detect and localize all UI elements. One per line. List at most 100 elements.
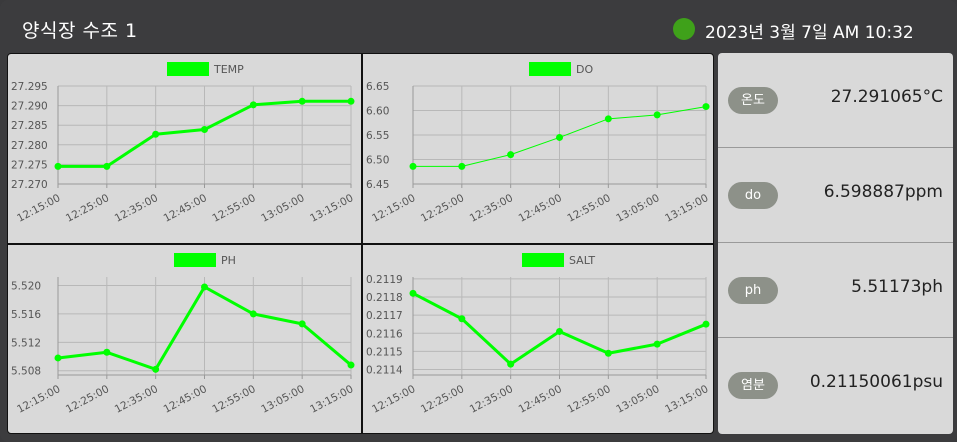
sensor-badge-salt[interactable]: 염분 <box>728 372 778 399</box>
sensor-value-ph: 5.51173ph <box>851 277 943 297</box>
legend-swatch <box>174 253 216 267</box>
chart-svg: PH5.5205.5165.5125.50812:15:00 12:25:00 12… <box>11 253 355 416</box>
sensor-row-salt: 염분 0.21150061psu <box>718 338 953 433</box>
data-point <box>201 126 208 134</box>
y-tick-label: 27.275 <box>11 159 48 171</box>
x-tick-label: 12:45:00 <box>517 383 564 416</box>
y-tick-label: 6.60 <box>366 106 389 118</box>
legend-swatch <box>522 253 564 267</box>
chart-svg: TEMP 27.295 27.290 27.285 27.280 27.275 27.270… <box>11 62 355 225</box>
y-tick-label: 6.50 <box>366 155 389 167</box>
x-tick-label: 12:55:00 <box>565 383 612 416</box>
sensor-value-salt: 0.21150061psu <box>809 372 943 392</box>
ph-chart: PH 5.520 5.516 5.512 5.508 12:15:00 12:25:00 12… <box>8 245 361 433</box>
legend-label: DO <box>576 63 593 76</box>
y-tick-label: 6.65 <box>366 81 389 93</box>
data-point <box>298 97 306 105</box>
sensor-badge-temp[interactable]: 온도 <box>728 87 778 114</box>
x-tick-label: 13:15:00 <box>663 383 710 416</box>
sensor-panel: 온도 27.291065°C do 6.598887ppm ph 5.51173… <box>718 53 953 434</box>
legend-swatch <box>529 62 571 76</box>
page-title: 양식장 수조 1 <box>22 20 138 42</box>
sensor-badge-ph[interactable]: ph <box>728 277 778 304</box>
data-point <box>249 101 257 109</box>
temp-chart: TEMP 27.295 27.290 27.285 27.280 27.275 27.270… <box>8 54 361 244</box>
sensor-row-temp: 온도 27.291065°C <box>718 53 953 148</box>
y-tick-label: 0.2117 <box>366 310 403 322</box>
y-tick-label: 0.2119 <box>366 274 403 286</box>
legend-label: SALT <box>569 254 595 267</box>
legend-swatch <box>167 62 209 76</box>
x-tick-label: 12:25:00 <box>419 192 466 225</box>
data-point <box>54 354 62 362</box>
x-tick-label: 12:35:00 <box>113 383 160 416</box>
x-tick-label: 12:35:00 <box>468 192 515 225</box>
data-point <box>347 97 355 105</box>
chart-svg: DO6.656.606.556.506.4512:15:00 12:25:00 12… <box>366 62 710 225</box>
chart-svg: SALT 0.2119 0.2118 0.2117 0.2116 0.2115 0.2114… <box>366 253 710 416</box>
y-tick-label: 5.512 <box>11 337 41 349</box>
sensor-row-do: do 6.598887ppm <box>718 148 953 243</box>
data-point <box>556 327 563 335</box>
y-tick-label: 0.2115 <box>366 346 403 358</box>
sensor-badge-do[interactable]: do <box>728 182 778 209</box>
x-tick-label: 12:35:00 <box>113 192 160 225</box>
x-tick-label: 13:15:00 <box>308 192 355 225</box>
data-point <box>347 361 355 369</box>
status-indicator <box>673 18 695 40</box>
data-point <box>103 348 111 356</box>
data-point <box>409 289 417 297</box>
x-tick-label: 12:55:00 <box>210 192 257 225</box>
y-tick-label: 27.285 <box>11 120 48 132</box>
data-point <box>702 103 710 111</box>
x-tick-label: 12:15:00 <box>370 383 417 416</box>
data-point <box>604 349 612 357</box>
y-tick-label: 0.2114 <box>366 365 403 377</box>
data-point <box>409 162 417 170</box>
y-tick-label: 6.45 <box>366 179 389 191</box>
x-tick-label: 12:35:00 <box>468 383 515 416</box>
data-point <box>507 151 515 159</box>
x-tick-label: 12:25:00 <box>64 192 111 225</box>
charts-panel: TEMP 27.295 27.290 27.285 27.280 27.275 27.270… <box>7 53 714 434</box>
data-point <box>653 340 661 348</box>
header: 양식장 수조 1 2023년 3월 7일 AM 10:32 <box>0 0 957 54</box>
datetime-display: 2023년 3월 7일 AM 10:32 <box>705 23 914 43</box>
x-tick-label: 13:05:00 <box>614 192 661 225</box>
x-tick-label: 13:05:00 <box>259 192 306 225</box>
y-tick-label: 5.508 <box>11 366 41 378</box>
x-tick-label: 12:15:00 <box>15 192 62 225</box>
y-tick-label: 0.2116 <box>366 328 403 340</box>
salt-chart: SALT 0.2119 0.2118 0.2117 0.2116 0.2115 0.2114… <box>363 245 713 433</box>
x-tick-label: 13:15:00 <box>663 192 710 225</box>
x-tick-label: 12:25:00 <box>64 383 111 416</box>
data-point <box>507 360 515 368</box>
data-point <box>556 133 563 141</box>
sensor-value-temp: 27.291065°C <box>830 87 943 107</box>
y-tick-label: 6.55 <box>366 130 389 142</box>
x-tick-label: 12:45:00 <box>517 192 564 225</box>
data-point <box>458 315 466 323</box>
y-tick-label: 0.2118 <box>366 292 403 304</box>
data-point <box>604 115 612 123</box>
data-point <box>458 162 466 170</box>
data-point <box>249 310 257 318</box>
legend-label: PH <box>221 254 236 267</box>
sensor-value-do: 6.598887ppm <box>823 182 943 202</box>
data-point <box>152 365 160 373</box>
chart-divider-horizontal <box>8 243 713 245</box>
legend-label: TEMP <box>213 63 244 76</box>
x-tick-label: 12:45:00 <box>162 192 209 225</box>
data-point <box>298 320 306 328</box>
y-tick-label: 27.270 <box>11 179 48 191</box>
y-tick-label: 27.290 <box>11 101 48 113</box>
x-tick-label: 12:55:00 <box>565 192 612 225</box>
sensor-row-ph: ph 5.51173ph <box>718 243 953 338</box>
do-chart: DO 6.65 6.60 6.55 6.50 6.45 12:15:00 12:25:00 12… <box>363 54 713 244</box>
data-point <box>152 130 160 138</box>
x-tick-label: 13:15:00 <box>308 383 355 416</box>
app-window: 양식장 수조 1 2023년 3월 7일 AM 10:32 TEMP 27.295… <box>0 0 957 442</box>
x-tick-label: 12:55:00 <box>210 383 257 416</box>
x-tick-label: 13:05:00 <box>614 383 661 416</box>
data-point <box>54 162 62 170</box>
